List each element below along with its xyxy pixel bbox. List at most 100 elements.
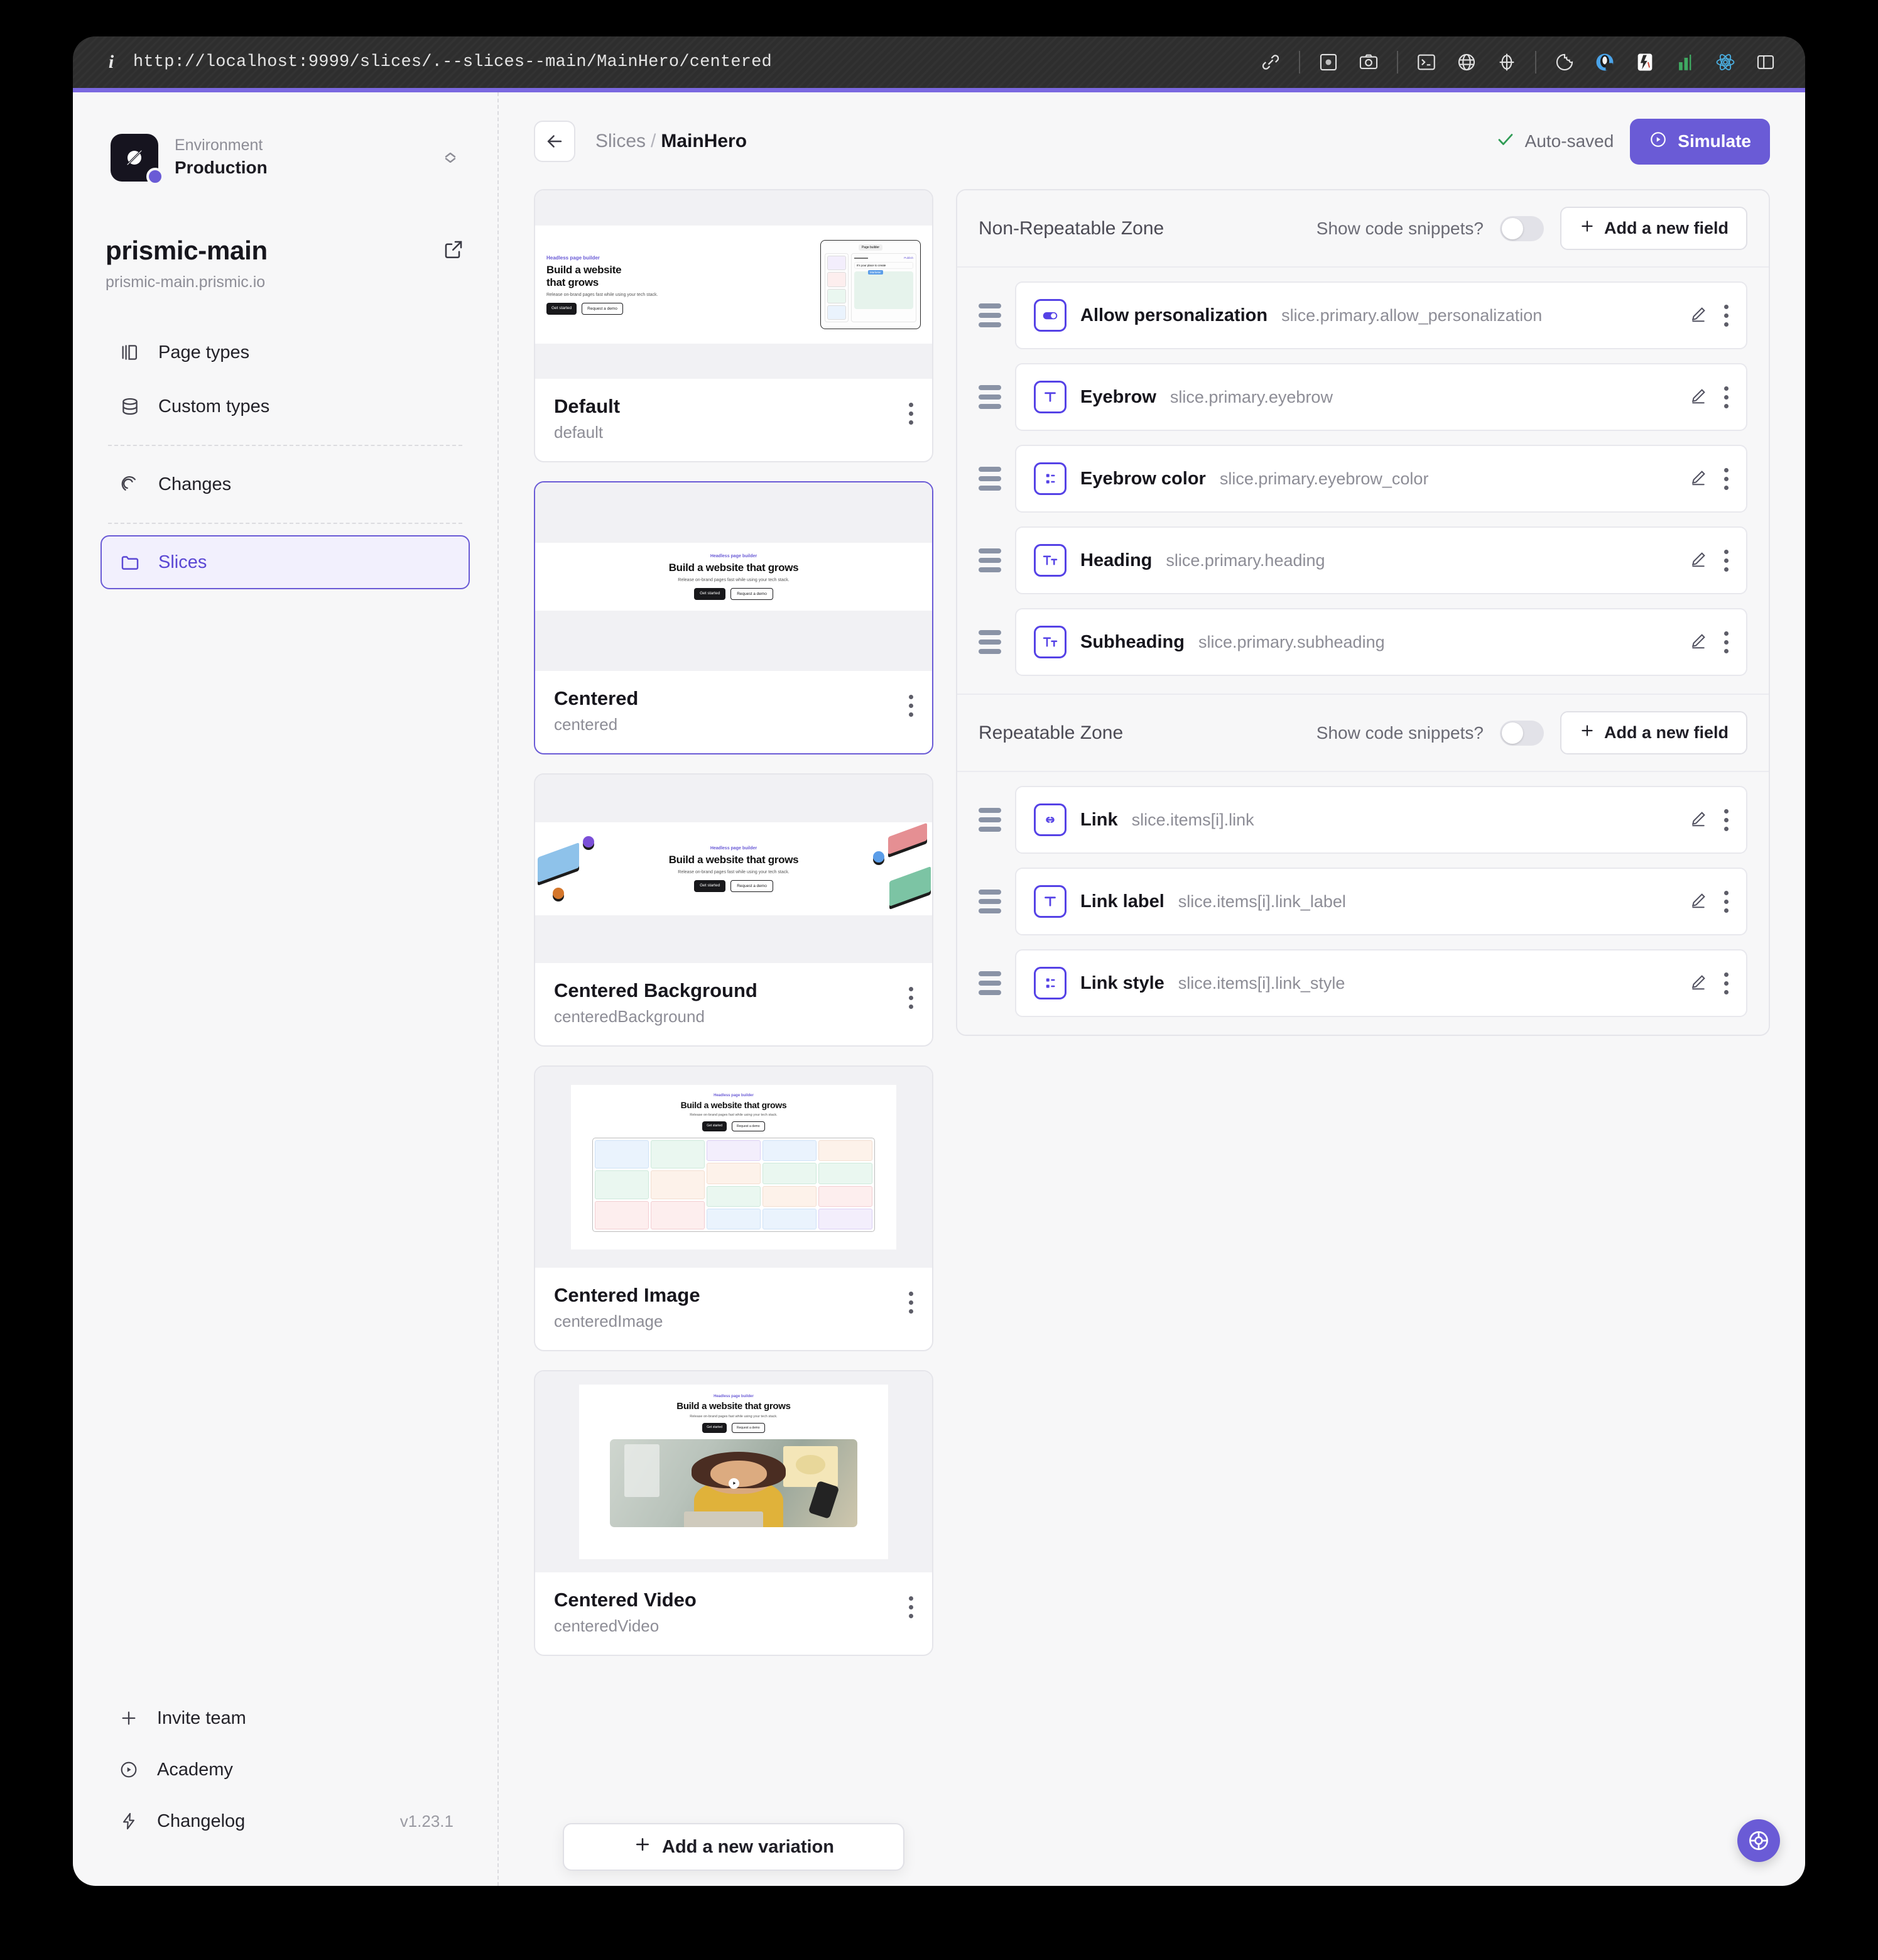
cookie-icon[interactable]: [1553, 50, 1577, 74]
variation-card[interactable]: Headless page builder Build a website th…: [534, 1370, 933, 1656]
changelog-button[interactable]: Changelog v1.23.1: [100, 1795, 470, 1847]
ublock-icon[interactable]: [1633, 50, 1657, 74]
field-card[interactable]: Eyebrow slice.primary.eyebrow: [1015, 363, 1747, 431]
edit-pencil-icon[interactable]: [1689, 809, 1708, 831]
deco-red-slab: [888, 822, 927, 855]
deco-orange-ball: [553, 888, 564, 899]
edit-pencil-icon[interactable]: [1689, 972, 1708, 994]
variation-card[interactable]: Headless page builder Build a website th…: [534, 189, 933, 462]
url-text[interactable]: http://localhost:9999/slices/.--slices--…: [133, 53, 772, 72]
sidebar-item-changes[interactable]: Changes: [100, 457, 470, 511]
zone-body-non-repeatable: Allow personalization slice.primary.allo…: [957, 268, 1769, 694]
field-card[interactable]: Eyebrow color slice.primary.eyebrow_colo…: [1015, 445, 1747, 513]
preview-heading-line1: Build a website: [546, 263, 622, 276]
field-menu-icon[interactable]: [1724, 890, 1729, 913]
field-card[interactable]: Allow personalization slice.primary.allo…: [1015, 281, 1747, 349]
privacy-badger-icon[interactable]: [1593, 50, 1617, 74]
sidebar-item-page-types[interactable]: Page types: [100, 325, 470, 379]
field-menu-icon[interactable]: [1724, 972, 1729, 994]
field-card[interactable]: Heading slice.primary.heading: [1015, 526, 1747, 594]
react-devtools-icon[interactable]: [1713, 50, 1737, 74]
field-menu-icon[interactable]: [1724, 549, 1729, 572]
chevron-up-down-icon[interactable]: [441, 153, 460, 163]
edit-pencil-icon[interactable]: [1689, 386, 1708, 408]
preview-heading-line2: that grows: [546, 276, 599, 288]
drag-handle-icon[interactable]: [979, 303, 1001, 327]
sidebar-item-label: Custom types: [158, 396, 270, 416]
environment-selector[interactable]: Environment Production: [106, 128, 465, 188]
simulate-button[interactable]: Simulate: [1630, 118, 1770, 165]
preview-eyebrow: Headless page builder: [714, 1395, 754, 1398]
edit-pencil-icon[interactable]: [1689, 305, 1708, 327]
target-icon[interactable]: [1495, 50, 1519, 74]
drag-handle-icon[interactable]: [979, 971, 1001, 995]
field-menu-icon[interactable]: [1724, 467, 1729, 490]
field-menu-icon[interactable]: [1724, 631, 1729, 653]
variation-meta: Centered Video centeredVideo: [535, 1572, 932, 1655]
screenshot-icon[interactable]: [1316, 50, 1340, 74]
preview-primary-button: Get started: [546, 302, 577, 315]
invite-team-button[interactable]: Invite team: [100, 1692, 470, 1744]
browser-titlebar: i http://localhost:9999/slices/.--slices…: [73, 36, 1805, 88]
variation-menu-icon[interactable]: [909, 979, 913, 1009]
globe-icon[interactable]: [1455, 50, 1479, 74]
info-icon[interactable]: i: [103, 52, 119, 73]
drag-handle-icon[interactable]: [979, 890, 1001, 913]
metrics-icon[interactable]: [1673, 50, 1697, 74]
preview-app-mock: Page builder Publish It's your place to …: [820, 240, 921, 329]
sidebar-item-custom-types[interactable]: Custom types: [100, 379, 470, 433]
field-card[interactable]: Link label slice.items[i].link_label: [1015, 868, 1747, 935]
video-play-icon[interactable]: [729, 1478, 740, 1489]
show-snippets-toggle[interactable]: [1499, 720, 1544, 746]
deco-blue-ball: [873, 851, 884, 863]
edit-pencil-icon[interactable]: [1689, 468, 1708, 490]
panel-toggle-icon[interactable]: [1754, 50, 1778, 74]
field-menu-icon[interactable]: [1724, 808, 1729, 831]
variation-card[interactable]: Headless page builder Build a website th…: [534, 773, 933, 1047]
variation-menu-icon[interactable]: [909, 687, 913, 717]
nav-divider: [108, 523, 462, 524]
edit-pencil-icon[interactable]: [1689, 891, 1708, 913]
field-name: Link style: [1080, 972, 1164, 993]
sidebar-item-slices[interactable]: Slices: [100, 535, 470, 589]
camera-icon[interactable]: [1357, 50, 1381, 74]
breadcrumb-current: MainHero: [661, 131, 747, 151]
preview-buttons: Get started Request a demo: [546, 302, 811, 315]
drag-handle-icon[interactable]: [979, 808, 1001, 832]
add-field-button[interactable]: Add a new field: [1560, 711, 1747, 754]
rich-text-icon: [1034, 544, 1067, 577]
variation-menu-icon[interactable]: [909, 1589, 913, 1618]
variation-meta: Centered Image centeredImage: [535, 1268, 932, 1350]
back-button[interactable]: [534, 121, 575, 162]
header-actions: Auto-saved Simulate: [1496, 118, 1770, 165]
variation-card[interactable]: Headless page builder Build a website th…: [534, 1065, 933, 1351]
variation-menu-icon[interactable]: [909, 395, 913, 425]
add-field-button[interactable]: Add a new field: [1560, 207, 1747, 250]
add-field-label: Add a new field: [1604, 723, 1729, 742]
drag-handle-icon[interactable]: [979, 548, 1001, 572]
field-card[interactable]: Link style slice.items[i].link_style: [1015, 949, 1747, 1017]
variation-menu-icon[interactable]: [909, 1284, 913, 1314]
field-card[interactable]: Subheading slice.primary.subheading: [1015, 608, 1747, 676]
external-link-icon[interactable]: [442, 238, 465, 264]
variation-title: Centered Background: [554, 979, 757, 1001]
breadcrumb-root[interactable]: Slices: [595, 131, 646, 151]
academy-button[interactable]: Academy: [100, 1744, 470, 1795]
field-card[interactable]: Link slice.items[i].link: [1015, 786, 1747, 854]
link-icon[interactable]: [1259, 50, 1283, 74]
variation-card[interactable]: Headless page builder Build a website th…: [534, 481, 933, 754]
edit-pencil-icon[interactable]: [1689, 631, 1708, 653]
field-menu-icon[interactable]: [1724, 386, 1729, 408]
terminal-icon[interactable]: [1414, 50, 1438, 74]
drag-handle-icon[interactable]: [979, 467, 1001, 491]
field-actions: [1689, 972, 1729, 994]
help-lifebuoy-icon[interactable]: [1737, 1819, 1780, 1862]
drag-handle-icon[interactable]: [979, 385, 1001, 409]
add-variation-button[interactable]: Add a new variation: [563, 1823, 904, 1871]
boolean-toggle-icon: [1034, 299, 1067, 332]
field-menu-icon[interactable]: [1724, 304, 1729, 327]
edit-pencil-icon[interactable]: [1689, 550, 1708, 572]
show-snippets-toggle[interactable]: [1499, 215, 1544, 241]
drag-handle-icon[interactable]: [979, 630, 1001, 654]
field-path: slice.items[i].link_style: [1178, 973, 1345, 993]
